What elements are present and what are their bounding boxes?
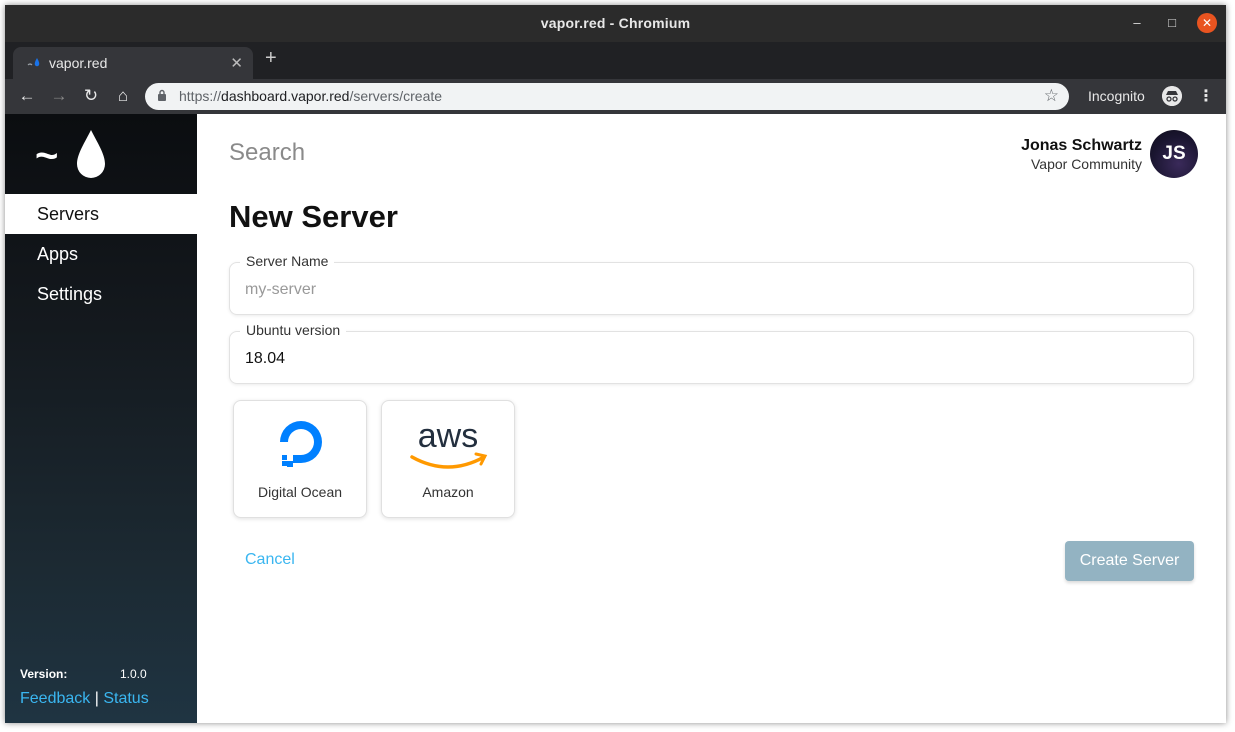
digitalocean-icon [280, 421, 322, 467]
version-info: Version: 1.0.0 [20, 667, 147, 681]
maximize-icon[interactable]: □ [1162, 13, 1182, 33]
avatar[interactable]: JS [1150, 130, 1198, 178]
provider-card-amazon[interactable]: aws Amazon [381, 400, 515, 518]
logo-tilde: ~ [35, 134, 59, 178]
page-title: New Server [229, 199, 398, 234]
server-name-placeholder: my-server [245, 281, 317, 298]
user-menu[interactable]: Jonas Schwartz Vapor Community JS [998, 130, 1198, 178]
vapor-logo[interactable]: ~ [35, 128, 115, 184]
aws-icon: aws [410, 417, 488, 469]
minimize-icon[interactable]: – [1127, 13, 1147, 33]
feedback-link[interactable]: Feedback [20, 690, 90, 707]
reload-icon[interactable]: ↻ [81, 86, 101, 106]
sidebar-item-apps[interactable]: Apps [5, 234, 197, 274]
user-name: Jonas Schwartz [1021, 137, 1142, 154]
vapor-favicon-icon [27, 58, 40, 67]
version-label: Version: [20, 667, 68, 681]
browser-toolbar: ← → ↻ ⌂ https://dashboard.vapor.red/serv… [5, 79, 1226, 114]
sidebar: ~ Servers Apps Settings Version: 1.0.0 F… [5, 114, 197, 723]
url-text: https://dashboard.vapor.red/servers/crea… [179, 88, 443, 104]
forward-arrow-icon[interactable]: → [49, 86, 69, 106]
ubuntu-version-value: 18.04 [245, 350, 286, 367]
provider-label-amazon: Amazon [422, 484, 474, 500]
back-arrow-icon[interactable]: ← [17, 86, 37, 106]
footer-links: Feedback | Status [20, 690, 149, 708]
tab-title: vapor.red [49, 55, 108, 71]
new-tab-icon[interactable]: + [265, 47, 277, 70]
incognito-label: Incognito [1088, 88, 1145, 104]
tab-strip: vapor.red ✕ + [5, 42, 1226, 79]
server-name-label: Server Name [240, 253, 335, 269]
create-server-button[interactable]: Create Server [1065, 541, 1194, 581]
status-link[interactable]: Status [103, 690, 148, 707]
incognito-icon[interactable] [1162, 86, 1182, 106]
page: ~ Servers Apps Settings Version: 1.0.0 F… [5, 114, 1226, 723]
browser-window: vapor.red - Chromium – □ ✕ vapor.red ✕ +… [5, 5, 1226, 723]
search-input[interactable]: Search [229, 139, 305, 167]
ubuntu-version-label: Ubuntu version [240, 322, 347, 338]
browser-tab[interactable]: vapor.red ✕ [13, 47, 253, 79]
sidebar-item-servers[interactable]: Servers [5, 194, 197, 234]
title-bar: vapor.red - Chromium – □ ✕ [5, 5, 1226, 42]
home-icon[interactable]: ⌂ [113, 86, 133, 106]
lock-icon [158, 89, 166, 101]
sidebar-item-settings[interactable]: Settings [5, 274, 197, 314]
svg-text:aws: aws [418, 417, 478, 455]
user-org: Vapor Community [1030, 156, 1142, 172]
bookmark-star-icon[interactable]: ☆ [1044, 86, 1059, 106]
version-value: 1.0.0 [120, 667, 147, 681]
link-separator: | [94, 690, 99, 707]
browser-menu-icon[interactable]: ⋮ [1198, 86, 1214, 106]
window-title: vapor.red - Chromium [540, 15, 691, 31]
provider-label-digitalocean: Digital Ocean [257, 484, 343, 500]
ubuntu-version-field[interactable]: Ubuntu version 18.04 [229, 322, 1194, 384]
server-name-field[interactable]: Server Name my-server [229, 253, 1194, 315]
main-content: Search Jonas Schwartz Vapor Community JS… [197, 114, 1226, 723]
provider-card-digitalocean[interactable]: Digital Ocean [233, 400, 367, 518]
address-bar[interactable]: https://dashboard.vapor.red/servers/crea… [145, 83, 1069, 110]
drop-icon [77, 130, 105, 178]
user-info: Jonas Schwartz Vapor Community [1021, 137, 1142, 172]
tab-close-icon[interactable]: ✕ [230, 54, 243, 72]
cancel-button[interactable]: Cancel [245, 551, 295, 569]
close-icon[interactable]: ✕ [1197, 13, 1217, 33]
